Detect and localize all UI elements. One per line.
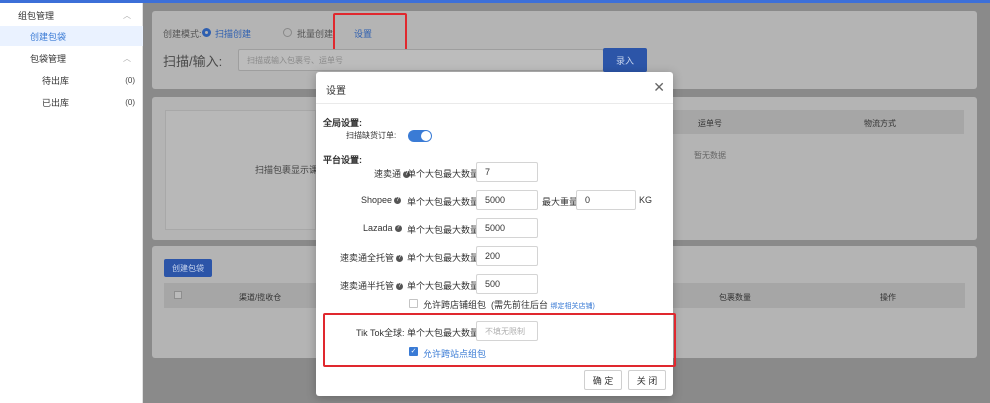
scan-create-label: 扫描创建 — [215, 29, 252, 39]
radio-batch-create[interactable] — [283, 28, 292, 37]
sidebar-item-pending[interactable]: 待出库 (0) — [0, 70, 143, 90]
platform-label-smt-half: 速卖通半托管? — [340, 281, 404, 291]
mode-label: 创建模式: — [163, 29, 202, 39]
confirm-button[interactable]: 确 定 — [584, 370, 622, 390]
cross-shop-label: 允许跨店铺组包 (需先前往后台 绑定相关店铺) — [423, 300, 595, 310]
sidebar-item-label: 已出库 — [42, 97, 70, 108]
highlight-box-settings — [333, 13, 407, 54]
select-all-checkbox[interactable] — [174, 291, 182, 299]
create-bag-button[interactable]: 创建包袋 — [164, 259, 212, 277]
smt-full-max-qty-input[interactable]: 200 — [476, 246, 538, 266]
count-badge: (0) — [125, 75, 135, 85]
max-qty-label: 单个大包最大数量 — [407, 253, 480, 263]
sidebar-item-shipped[interactable]: 已出库 (0) — [0, 92, 143, 112]
enter-button[interactable]: 录入 — [603, 48, 647, 72]
sidebar: 组包管理 ︿ 创建包袋 包袋管理 ︿ 待出库 (0) 已出库 (0) — [0, 3, 143, 403]
sidebar-item-label: 创建包袋 — [30, 31, 67, 42]
global-settings-heading: 全局设置: — [323, 118, 362, 128]
highlight-box-tiktok — [323, 313, 676, 367]
platform-label-shopee: Shopee? — [361, 195, 402, 205]
cross-shop-checkbox[interactable] — [409, 299, 418, 308]
question-icon[interactable]: ? — [396, 283, 404, 291]
col-logistics: 物流方式 — [864, 119, 896, 128]
batch-create-label: 批量创建 — [297, 29, 334, 39]
sidebar-item-label: 待出库 — [42, 75, 70, 86]
no-data-text: 暂无数据 — [694, 151, 726, 160]
max-qty-label: 单个大包最大数量 — [407, 169, 480, 179]
platform-settings-heading: 平台设置: — [323, 155, 362, 165]
scan-input-label: 扫描/输入: — [163, 54, 223, 69]
sidebar-group-package[interactable]: 组包管理 ︿ — [0, 5, 143, 25]
question-icon[interactable]: ? — [394, 225, 402, 233]
smt-half-max-qty-input[interactable]: 500 — [476, 274, 538, 294]
radio-scan-create[interactable] — [202, 28, 211, 37]
chevron-up-icon: ︿ — [123, 53, 131, 63]
close-button[interactable]: 关 闭 — [628, 370, 666, 390]
col-tracking-number: 运单号 — [698, 119, 722, 128]
platform-label-lazada: Lazada? — [363, 223, 402, 233]
dialog-title: 设置 — [326, 86, 346, 97]
sidebar-item-label: 包袋管理 — [30, 53, 67, 64]
scan-missing-toggle[interactable] — [408, 130, 432, 142]
question-icon[interactable]: ? — [396, 255, 404, 263]
lazada-max-qty-input[interactable]: 5000 — [476, 218, 538, 238]
weight-unit-label: KG — [639, 195, 653, 205]
sidebar-group-bag-management[interactable]: 包袋管理 ︿ — [0, 48, 143, 68]
max-qty-label: 单个大包最大数量 — [407, 225, 480, 235]
col-operations: 操作 — [880, 293, 896, 302]
max-weight-label: 最大重量 — [542, 197, 579, 207]
smt-max-qty-input[interactable]: 7 — [476, 162, 538, 182]
shopee-max-qty-input[interactable]: 5000 — [476, 190, 538, 210]
bind-shop-link[interactable]: 绑定相关店铺) — [551, 303, 595, 310]
platform-label-smt: 速卖通? — [374, 169, 411, 179]
sidebar-item-create-bag[interactable]: 创建包袋 — [0, 26, 143, 46]
scan-missing-label: 扫描缺货订单: — [346, 131, 397, 140]
scan-input[interactable]: 扫描或输入包裹号、运单号 — [238, 49, 604, 71]
close-icon[interactable]: ✕ — [653, 79, 665, 96]
parcel-empty-hint: 扫描包裹显示课 — [255, 165, 319, 175]
question-icon[interactable]: ? — [394, 197, 402, 205]
chevron-up-icon: ︿ — [123, 10, 131, 20]
dialog-header: 设置 ✕ — [316, 72, 673, 104]
max-qty-label: 单个大包最大数量 — [407, 281, 480, 291]
toggle-knob — [421, 131, 431, 141]
max-qty-label: 单个大包最大数量 — [407, 197, 480, 207]
count-badge: (0) — [125, 97, 135, 107]
col-channel: 渠道/揽收仓 — [239, 293, 282, 302]
shopee-max-weight-input[interactable]: 0 — [576, 190, 636, 210]
platform-label-smt-full: 速卖通全托管? — [340, 253, 404, 263]
sidebar-group-label: 组包管理 — [18, 10, 55, 21]
col-parcel-count: 包裹数量 — [719, 293, 751, 302]
